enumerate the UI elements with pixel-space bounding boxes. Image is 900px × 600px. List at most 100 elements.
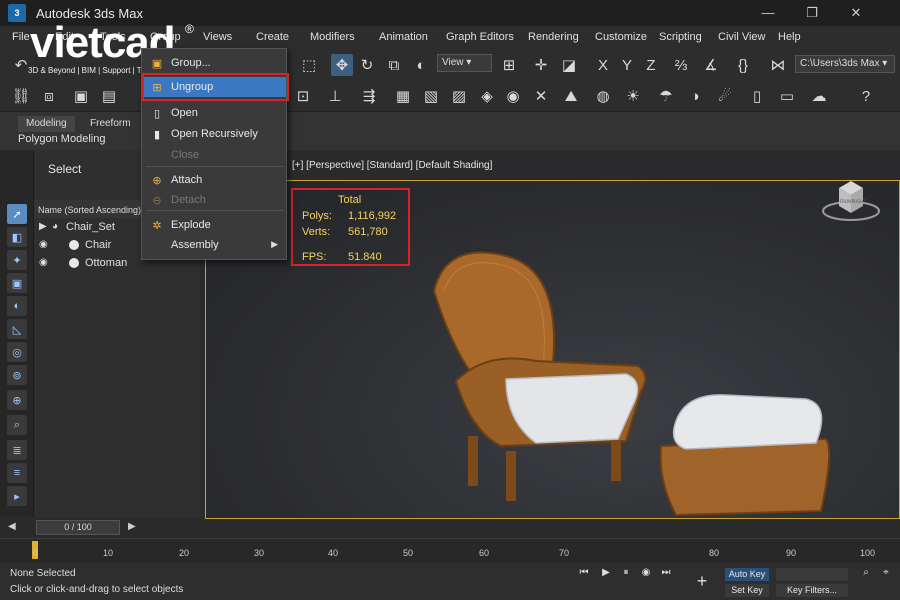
menu-item-attach[interactable]: ⊕ Attach [142,170,286,190]
viewport-label[interactable]: [+] [Perspective] [Standard] [Default Sh… [292,160,492,171]
eye-icon[interactable]: ◉ [39,257,48,268]
blank-page-icon[interactable]: ▯ [746,85,768,107]
active-shade-icon[interactable]: ☂ [655,85,677,107]
menu-graph-editors[interactable]: Graph Editors [446,31,514,43]
menu-customize[interactable]: Customize [595,31,647,43]
expand-arrow-icon[interactable]: ▶ [39,221,47,232]
layer-icon[interactable]: ▤ [98,85,120,107]
menu-item-open[interactable]: ▯ Open [142,103,286,123]
named-selection-icon[interactable]: {} [732,54,754,76]
display-spacewarps-icon[interactable]: ◎ [7,342,27,362]
set-key-button[interactable]: Set Key [725,584,769,597]
snap-move-icon[interactable]: ✛ [530,54,552,76]
select-region-icon[interactable]: ⬚ [298,54,320,76]
close-button[interactable]: ✕ [844,3,868,23]
document-icon[interactable]: ▭ [776,85,798,107]
go-to-start-icon[interactable]: ⏮ [576,567,592,581]
key-filters-button[interactable]: Key Filters... [776,584,848,597]
scene-explorer-icon[interactable]: ▧ [420,85,442,107]
prompt-hint: Click or click-and-drag to select object… [10,584,184,595]
layer-explorer-icon[interactable]: ▦ [392,85,414,107]
display-lights-icon[interactable]: ✦ [7,250,27,270]
render-icon[interactable]: ◍ [592,85,614,107]
rotate-icon[interactable]: ↻ [356,54,378,76]
auto-key-button[interactable]: Auto Key [725,568,769,581]
angle-snap-icon[interactable]: ∡ [700,54,722,76]
render-cloud-icon[interactable]: ◑ [684,85,706,107]
list-view-icon[interactable]: ≣ [7,440,27,460]
select-arrow-icon[interactable]: ➚ [7,204,27,224]
display-geometry-icon[interactable]: ◧ [7,227,27,247]
reference-coord-dropdown[interactable]: View ▾ [437,54,492,72]
sun-light-icon[interactable]: ☀ [622,85,644,107]
menu-scripting[interactable]: Scripting [659,31,702,43]
menu-item-assembly[interactable]: Assembly ▶ [142,235,286,255]
slider-next-icon[interactable]: ▶ [128,521,136,532]
search-icon[interactable]: ⌕ [7,415,27,435]
expand-panel-icon[interactable]: ▸ [7,486,27,506]
display-helpers-icon[interactable]: ◐ [7,296,27,316]
link-icon[interactable]: ⛓ [10,85,32,107]
menu-animation[interactable]: Animation [379,31,428,43]
eye-icon[interactable]: ◉ [39,239,48,250]
add-key-icon[interactable]: + [690,571,714,593]
menu-item-explode[interactable]: ✲ Explode [142,215,286,235]
group-visibility-icon[interactable]: ◕ [52,221,58,232]
go-to-end-icon[interactable]: ⏭ [658,567,674,581]
mirror-icon[interactable]: ⋈ [767,54,789,76]
snap-toggle-icon[interactable]: ⅔ [670,54,692,76]
viewcube[interactable]: FRONT RIGHT [821,178,881,223]
zoom-extents-icon[interactable]: ⌕ [858,567,874,581]
render-setup-icon[interactable]: ✕ [530,85,552,107]
menu-rendering[interactable]: Rendering [528,31,579,43]
list-filter-icon[interactable]: ≡ [7,463,27,483]
play-icon[interactable]: ▶ [598,567,614,581]
trackbar[interactable] [0,538,900,562]
menu-views[interactable]: Views [203,31,232,43]
help-icon[interactable]: ? [855,85,877,107]
schematic-view-icon[interactable]: ◈ [476,85,498,107]
display-cameras-icon[interactable]: ▣ [7,273,27,293]
chair-cushion [505,373,639,444]
display-groups-icon[interactable]: ⊚ [7,365,27,385]
key-target-dropdown[interactable] [776,568,848,581]
tab-freeform[interactable]: Freeform [82,116,139,132]
pause-icon[interactable]: ⏸ [618,567,634,581]
tab-modeling[interactable]: Modeling [18,116,75,132]
align-icon[interactable]: ⊡ [292,85,314,107]
find-icon[interactable]: ⊕ [7,390,27,410]
scale-icon[interactable]: ⧉ [383,54,405,76]
select-move-icon[interactable]: ✥ [331,54,353,76]
axis-x-button[interactable]: X [592,54,614,76]
bind-icon[interactable]: ▣ [70,85,92,107]
key-mode-icon[interactable]: ◉ [638,567,654,581]
restore-button[interactable]: ❐ [800,3,824,23]
rendered-frame-icon[interactable]: ⛰ [560,85,582,107]
menu-create[interactable]: Create [256,31,289,43]
display-shapes-icon[interactable]: ◺ [7,319,27,339]
ungroup-highlight-box [142,73,289,101]
render-online-icon[interactable]: ☄ [714,85,736,107]
quick-align-icon[interactable]: ⇶ [358,85,380,107]
menu-item-open-recursively[interactable]: ▮ Open Recursively [142,124,286,144]
placement-icon[interactable]: ◐ [410,54,432,76]
material-editor-icon[interactable]: ◉ [502,85,524,107]
axis-z-button[interactable]: Z [640,54,662,76]
slider-prev-icon[interactable]: ◀ [8,521,16,532]
curve-editor-icon[interactable]: ▨ [448,85,470,107]
orbit-icon[interactable]: ⌖ [878,567,894,581]
a360-icon[interactable]: ☁ [808,85,830,107]
normal-align-icon[interactable]: ⊥ [324,85,346,107]
unlink-icon[interactable]: ⧈ [38,85,60,107]
time-slider[interactable]: 0 / 100 [36,520,120,535]
minimize-button[interactable]: — [756,3,780,23]
pivot-icon[interactable]: ⊞ [498,54,520,76]
menu-file[interactable]: File [12,31,30,43]
axis-y-button[interactable]: Y [616,54,638,76]
menu-civil-view[interactable]: Civil View [718,31,765,43]
menu-modifiers[interactable]: Modifiers [310,31,355,43]
project-path-dropdown[interactable]: C:\Users\3ds Max ▾ [795,55,895,73]
menu-item-group[interactable]: ▣ Group... [142,53,286,73]
keyboard-shortcut-icon[interactable]: ◪ [558,54,580,76]
menu-help[interactable]: Help [778,31,801,43]
